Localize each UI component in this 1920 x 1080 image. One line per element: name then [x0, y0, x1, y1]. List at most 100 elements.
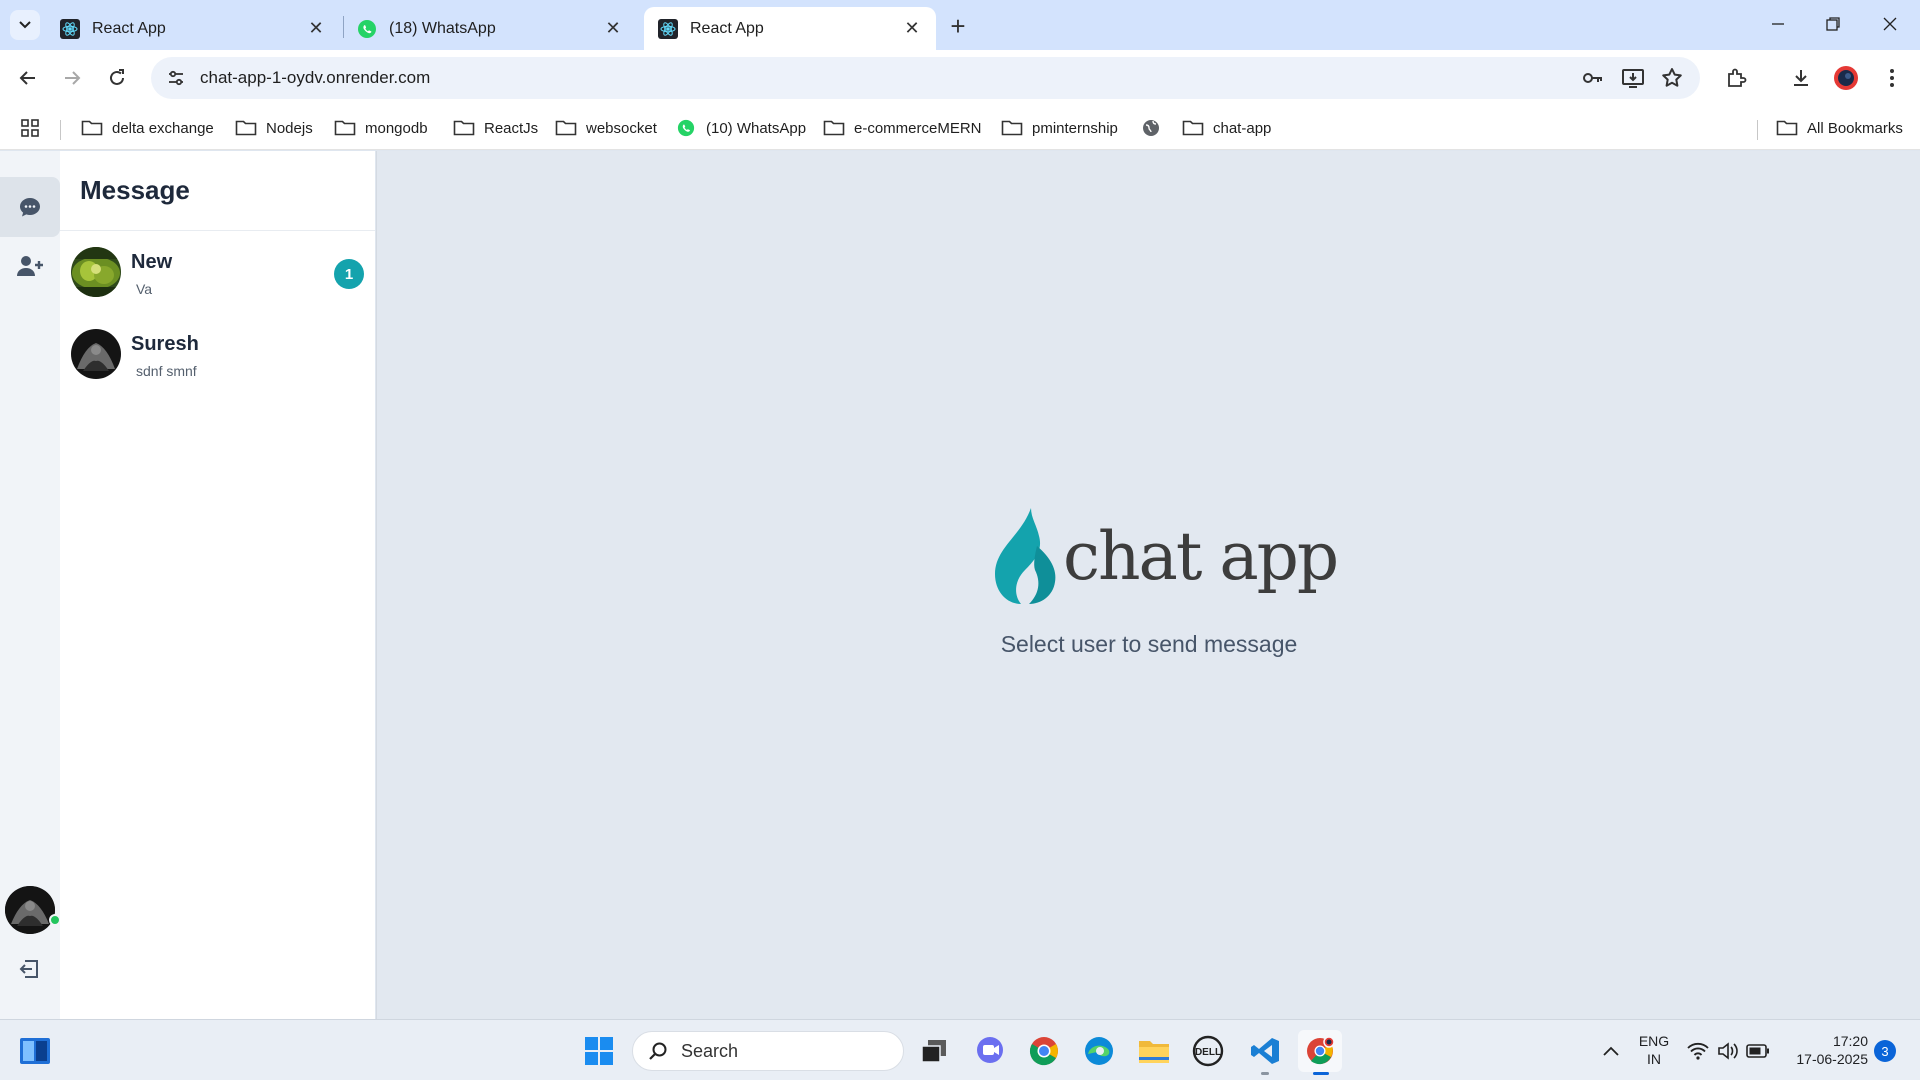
forward-arrow-icon[interactable] — [56, 62, 88, 94]
close-icon[interactable]: ✕ — [902, 18, 922, 39]
clock-date: 17-06-2025 — [1796, 1051, 1868, 1067]
extensions-puzzle-icon[interactable] — [1720, 62, 1752, 94]
folder-icon — [235, 119, 257, 137]
bookmark-e-commerce-mern[interactable]: e-commerceMERN — [823, 115, 982, 141]
tab-search-button[interactable] — [10, 10, 40, 40]
bookmark-chat-app[interactable]: chat-app — [1182, 115, 1271, 141]
bookmark-reactjs[interactable]: ReactJs — [453, 115, 538, 141]
sidebar-title: Message — [80, 175, 190, 205]
profile-avatar[interactable] — [1830, 62, 1862, 94]
new-tab-button[interactable]: + — [944, 11, 972, 41]
bookmark-globe[interactable] — [1140, 115, 1171, 141]
conversation-item-new[interactable]: New Va 1 — [60, 233, 375, 315]
bookmarks-divider — [1757, 120, 1758, 140]
avatar — [71, 329, 121, 379]
bookmark-delta-exchange[interactable]: delta exchange — [81, 115, 214, 141]
back-arrow-icon[interactable] — [12, 62, 44, 94]
unread-badge: 1 — [334, 259, 364, 289]
chrome-profile-icon[interactable] — [1298, 1030, 1342, 1075]
taskbar-search[interactable]: Search — [632, 1031, 904, 1071]
password-key-icon[interactable] — [1580, 66, 1604, 90]
logout-button[interactable] — [14, 954, 44, 984]
avatar — [71, 247, 121, 297]
close-icon[interactable]: ✕ — [306, 18, 326, 39]
bookmark-star-icon[interactable] — [1660, 66, 1684, 90]
file-explorer-icon[interactable] — [1132, 1030, 1176, 1072]
contact-name: Suresh — [131, 333, 199, 355]
restore-icon[interactable] — [1813, 8, 1853, 40]
battery-icon[interactable] — [1738, 1030, 1778, 1072]
notification-badge[interactable]: 3 — [1874, 1040, 1896, 1062]
whatsapp-icon — [675, 119, 697, 137]
svg-text:DELL: DELL — [1195, 1047, 1221, 1058]
empty-state-message: Select user to send message — [1000, 631, 1298, 657]
add-friend-nav-button[interactable] — [0, 236, 60, 296]
bookmark-pminternship[interactable]: pminternship — [1001, 115, 1118, 141]
chat-app: Message New Va 1 Suresh sdnf smnf chat a… — [0, 151, 1920, 1019]
os-taskbar: Search DELL ENG IN 17:20 17-06-2025 3 — [0, 1019, 1920, 1080]
bookmark-label: e-commerceMERN — [854, 119, 982, 137]
folder-icon — [555, 119, 577, 137]
chat-bubble-icon — [20, 198, 40, 217]
edge-icon[interactable] — [1077, 1030, 1121, 1072]
bookmark-label: chat-app — [1213, 119, 1272, 137]
window-close-icon[interactable] — [1870, 8, 1910, 40]
bookmark-label: (10) WhatsApp — [706, 119, 807, 137]
folder-icon — [334, 119, 356, 137]
nav-rail — [0, 151, 61, 1019]
active-window-indicator — [1313, 1072, 1329, 1075]
bookmark-websocket[interactable]: websocket — [555, 115, 657, 141]
globe-icon — [1140, 119, 1162, 137]
bookmark-label: ReactJs — [484, 119, 539, 137]
folder-icon — [1001, 119, 1023, 137]
browser-tab-3-active[interactable]: React App ✕ — [644, 7, 936, 50]
system-clock[interactable]: 17:20 17-06-2025 — [1778, 1032, 1868, 1068]
conversation-sidebar: Message New Va 1 Suresh sdnf smnf — [60, 151, 375, 1019]
whatsapp-icon — [357, 19, 377, 39]
add-user-icon — [17, 256, 43, 276]
address-bar[interactable]: chat-app-1-oydv.onrender.com — [151, 57, 1700, 99]
language-indicator[interactable]: ENG IN — [1636, 1032, 1672, 1068]
close-icon[interactable]: ✕ — [603, 18, 623, 39]
search-placeholder: Search — [681, 1040, 739, 1061]
bookmark-mongodb[interactable]: mongodb — [334, 115, 428, 141]
kebab-menu-icon[interactable] — [1876, 62, 1908, 94]
all-bookmarks-button[interactable]: All Bookmarks — [1776, 115, 1903, 141]
minimize-icon[interactable] — [1758, 8, 1798, 40]
bookmarks-divider — [60, 120, 61, 140]
task-view-icon[interactable] — [912, 1030, 956, 1072]
site-info-icon[interactable] — [156, 58, 196, 98]
bookmark-label: mongodb — [365, 119, 428, 137]
chrome-icon[interactable] — [1022, 1030, 1066, 1072]
widgets-icon[interactable] — [13, 1030, 57, 1072]
bookmark-label: Nodejs — [266, 119, 313, 137]
browser-tab-2[interactable]: (18) WhatsApp ✕ — [343, 7, 637, 50]
folder-icon — [823, 119, 845, 137]
install-app-icon[interactable] — [1621, 66, 1645, 90]
language-code: ENG — [1638, 1033, 1670, 1049]
dell-icon[interactable]: DELL — [1186, 1030, 1230, 1072]
chats-nav-button[interactable] — [0, 177, 60, 237]
app-logo: chat app — [991, 506, 1339, 616]
bookmark-nodejs[interactable]: Nodejs — [235, 115, 313, 141]
teams-chat-icon[interactable] — [968, 1030, 1012, 1072]
conversation-item-suresh[interactable]: Suresh sdnf smnf — [60, 315, 375, 397]
apps-grid-icon[interactable] — [20, 115, 40, 141]
folder-icon — [1776, 119, 1798, 137]
browser-toolbar: chat-app-1-oydv.onrender.com — [0, 50, 1920, 106]
region-code: IN — [1647, 1051, 1661, 1067]
browser-tab-1[interactable]: React App ✕ — [46, 7, 340, 50]
folder-icon — [81, 119, 103, 137]
reload-icon[interactable] — [101, 62, 133, 94]
windows-start-icon[interactable] — [577, 1030, 621, 1072]
current-user-avatar[interactable] — [5, 886, 55, 934]
vscode-icon[interactable] — [1243, 1030, 1287, 1075]
browser-tab-strip: React App ✕ (18) WhatsApp ✕ React App ✕ … — [0, 0, 1920, 50]
chevron-up-icon[interactable] — [1589, 1030, 1633, 1072]
bookmark-whatsapp[interactable]: (10) WhatsApp — [675, 115, 806, 141]
downloads-icon[interactable] — [1785, 62, 1817, 94]
bookmark-label: delta exchange — [112, 119, 214, 137]
last-message: sdnf smnf — [136, 363, 197, 379]
react-icon — [60, 18, 80, 39]
tab-title: (18) WhatsApp — [389, 19, 496, 37]
